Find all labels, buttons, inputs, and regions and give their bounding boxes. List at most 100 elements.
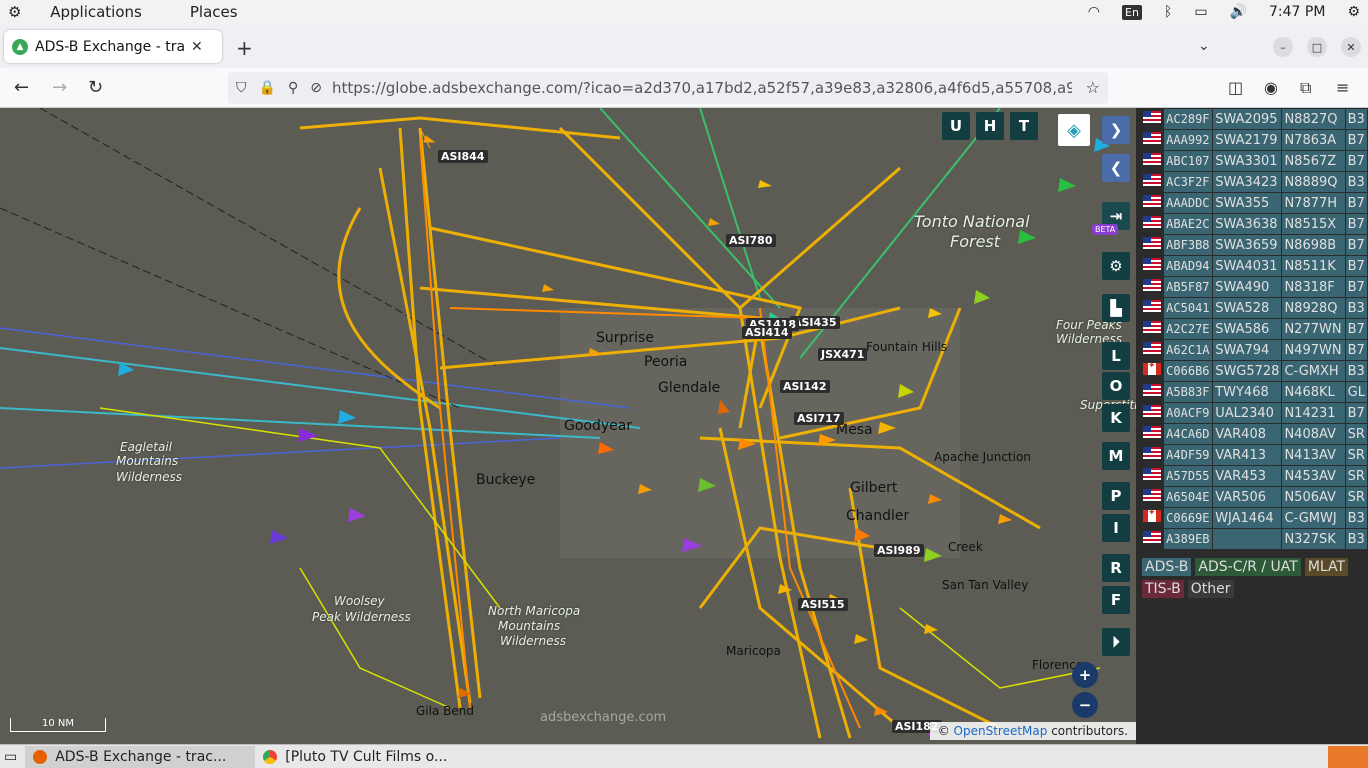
close-window-button[interactable]: ✕ — [1341, 37, 1361, 57]
places-menu[interactable]: Places — [190, 3, 238, 21]
layers-stack-icon[interactable]: ◈ — [1058, 114, 1090, 146]
tracking-icon[interactable]: ⊘ — [310, 80, 322, 96]
map-button-l[interactable]: L — [1102, 342, 1130, 370]
aircraft-label[interactable]: ASI989 — [874, 544, 924, 557]
legend-item: Other — [1187, 580, 1234, 598]
table-row[interactable]: AB5F87 SWA490 N8318F B7 — [1136, 276, 1368, 298]
table-row[interactable]: A0ACF9 UAL2340 N14231 B7 — [1136, 402, 1368, 424]
aircraft-label[interactable]: ASI515 — [798, 598, 848, 611]
maximize-button[interactable]: □ — [1307, 37, 1327, 57]
flag-icon — [1136, 318, 1165, 340]
map-view[interactable]: Tonto National Forest Four Peaks Wildern… — [0, 108, 1136, 744]
extensions-icon[interactable]: ⧉ — [1300, 78, 1311, 98]
clock[interactable]: 7:47 PM — [1269, 4, 1325, 20]
url-text[interactable]: https://globe.adsbexchange.com/?icao=a2d… — [332, 79, 1072, 97]
table-row[interactable]: A4CA6D VAR408 N408AV SR — [1136, 423, 1368, 445]
table-row[interactable]: AAA992 SWA2179 N7863A B7 — [1136, 129, 1368, 151]
table-row[interactable]: AAADDC SWA355 N7877H B7 — [1136, 192, 1368, 214]
map-button-i[interactable]: I — [1102, 514, 1130, 542]
address-bar[interactable]: ⛉ 🔒 ⚲ ⊘ https://globe.adsbexchange.com/?… — [228, 72, 1108, 104]
battery-icon[interactable]: ▭ — [1194, 4, 1207, 20]
tab-adsb-exchange[interactable]: ▲ ADS-B Exchange - track a ✕ — [4, 30, 222, 63]
keyboard-layout-indicator[interactable]: En — [1122, 4, 1142, 20]
settings-gear-icon[interactable]: ⚙ — [1102, 252, 1130, 280]
table-row[interactable]: ABF3B8 SWA3659 N8698B B7 — [1136, 234, 1368, 256]
cell-icao: A57D55 — [1163, 465, 1214, 487]
back-arrow-icon[interactable]: ← — [14, 77, 29, 98]
taskbar-item-adsb[interactable]: ADS-B Exchange - trac... — [25, 745, 256, 768]
table-row[interactable]: C066B6SWG5728C-GMXHB3 — [1136, 360, 1368, 382]
bluetooth-icon[interactable]: ᛒ — [1164, 4, 1172, 20]
table-row[interactable]: ABC107 SWA3301 N8567Z B7 — [1136, 150, 1368, 172]
map-button-o[interactable]: O — [1102, 372, 1130, 400]
table-row[interactable]: AC289F SWA2095 N8827Q B3 — [1136, 108, 1368, 130]
table-row[interactable]: ABAD94 SWA4031 N8511K B7 — [1136, 255, 1368, 277]
table-row[interactable]: A2C27E SWA586 N277WN B7 — [1136, 318, 1368, 340]
bookmark-star-icon[interactable]: ☆ — [1086, 78, 1100, 97]
flag-icon — [1136, 255, 1165, 277]
cell-icao: ABC107 — [1163, 150, 1214, 172]
cell-type: B7 — [1344, 129, 1368, 151]
table-row[interactable]: AC5041 SWA528 N8928Q B3 — [1136, 297, 1368, 319]
aircraft-label[interactable]: ASI142 — [780, 380, 830, 393]
table-row[interactable]: A6504E VAR506 N506AV SR — [1136, 486, 1368, 508]
table-row[interactable]: AC3F2F SWA3423 N8889Q B3 — [1136, 171, 1368, 193]
show-desktop-icon[interactable]: ▭ — [0, 746, 25, 768]
shield-icon[interactable]: ⛉ — [236, 80, 247, 96]
table-row[interactable]: A57D55 VAR453 N453AV SR — [1136, 465, 1368, 487]
minimize-button[interactable]: – — [1273, 37, 1293, 57]
aircraft-label[interactable]: ASI780 — [726, 234, 776, 247]
cell-registration: N408AV — [1281, 423, 1346, 445]
city-label: Glendale — [658, 380, 721, 396]
cell-callsign: WJA1464 — [1212, 507, 1283, 529]
table-row[interactable]: A62C1A SWA794 N497WN B7 — [1136, 339, 1368, 361]
zoom-in-button[interactable]: + — [1072, 662, 1098, 688]
permissions-icon[interactable]: ⚲ — [288, 80, 298, 96]
map-button-f[interactable]: F — [1102, 586, 1130, 614]
aircraft-label[interactable]: ASI844 — [438, 150, 488, 163]
cell-icao: ABAD94 — [1163, 255, 1214, 277]
map-button-p[interactable]: P — [1102, 482, 1130, 510]
stats-icon[interactable]: ▙ — [1102, 294, 1130, 322]
lock-icon[interactable]: 🔒 — [259, 80, 276, 96]
settings-gear-icon[interactable]: ⚙ — [1347, 4, 1360, 20]
list-all-tabs-chevron-icon[interactable]: ⌄ — [1198, 38, 1210, 54]
account-icon[interactable]: ◉ — [1264, 78, 1278, 97]
cell-type: SR — [1344, 465, 1368, 487]
hamburger-menu-icon[interactable]: ≡ — [1336, 78, 1349, 97]
table-row[interactable]: A4DF59 VAR413 N413AV SR — [1136, 444, 1368, 466]
forward-arrow-icon[interactable]: → — [52, 77, 67, 98]
aircraft-label[interactable]: JSX471 — [818, 348, 868, 361]
map-button-r[interactable]: R — [1102, 554, 1130, 582]
zoom-out-button[interactable]: − — [1072, 692, 1098, 718]
pocket-icon[interactable]: ◫ — [1228, 78, 1243, 97]
cell-icao: C0669E — [1163, 507, 1214, 529]
table-row[interactable]: C0669EWJA1464C-GMWJB3 — [1136, 507, 1368, 529]
openstreetmap-link[interactable]: OpenStreetMap — [954, 724, 1048, 738]
layer-button-h[interactable]: H — [976, 112, 1004, 140]
aircraft-label[interactable]: ASI717 — [794, 412, 844, 425]
taskbar-item-pluto[interactable]: [Pluto TV Cult Films o... — [255, 746, 455, 768]
reload-icon[interactable]: ↻ — [88, 77, 103, 98]
map-button-k[interactable]: K — [1102, 404, 1130, 432]
layer-button-t[interactable]: T — [1010, 112, 1038, 140]
table-row[interactable]: ABAE2C SWA3638 N8515X B7 — [1136, 213, 1368, 235]
chevron-right-icon[interactable]: ❯ — [1102, 116, 1130, 144]
volume-icon[interactable]: 🔊 — [1230, 4, 1247, 20]
cell-registration: N8511K — [1281, 255, 1346, 277]
applications-menu[interactable]: ⚙ Applications — [8, 3, 166, 21]
new-tab-button[interactable]: + — [236, 36, 253, 60]
tab-close-icon[interactable]: ✕ — [191, 39, 203, 55]
firefox-launcher-icon[interactable] — [1328, 745, 1368, 768]
aircraft-label[interactable]: ASI414 — [742, 326, 792, 339]
legend-item: ADS-C/R / UAT — [1195, 558, 1301, 576]
wifi-icon[interactable]: ◠ — [1088, 4, 1100, 20]
layer-button-u[interactable]: U — [942, 112, 970, 140]
cell-callsign: SWA586 — [1212, 318, 1283, 340]
legend-item: ADS-B — [1142, 558, 1192, 576]
replay-icon[interactable]: ⏵ — [1102, 628, 1130, 656]
table-row[interactable]: A5B83F TWY468 N468KL GL — [1136, 381, 1368, 403]
map-button-m[interactable]: M — [1102, 442, 1130, 470]
chevron-left-icon[interactable]: ❮ — [1102, 154, 1130, 182]
table-row[interactable]: A389EB N327SK B3 — [1136, 528, 1368, 550]
